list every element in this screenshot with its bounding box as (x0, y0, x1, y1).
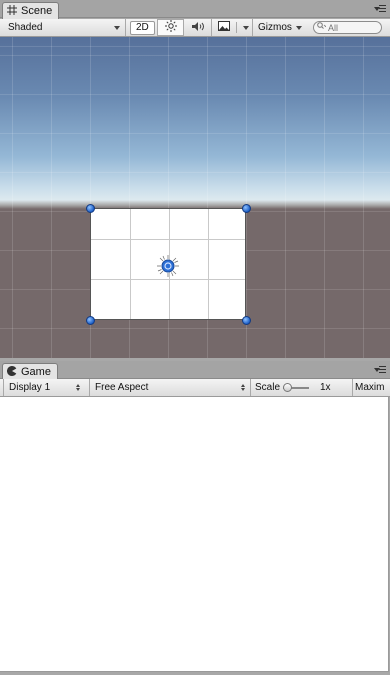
scene-effects-dropdown[interactable] (212, 19, 250, 36)
slider-knob[interactable] (283, 383, 292, 392)
scene-lighting-toggle[interactable] (157, 19, 184, 36)
up-down-arrows-icon (241, 384, 245, 391)
display-dropdown[interactable]: Display 1 (4, 379, 84, 396)
scale-label: Scale (255, 382, 281, 393)
scene-tab[interactable]: Scene (2, 2, 60, 19)
gizmos-dropdown[interactable]: Gizmos (253, 19, 307, 36)
rect-handle-top-left[interactable] (86, 204, 95, 213)
panel-menu-icon[interactable] (374, 4, 386, 14)
game-toolbar: Display 1 Free Aspect Scale 1x Maxim (0, 379, 390, 397)
2d-mode-label: 2D (136, 22, 149, 33)
rect-handle-bottom-left[interactable] (86, 316, 95, 325)
scene-tab-bar: Scene (0, 0, 390, 19)
draw-mode-label: Shaded (8, 22, 43, 33)
hash-grid-icon (7, 4, 17, 18)
speaker-icon (191, 21, 205, 35)
rect-handle-bottom-right[interactable] (242, 316, 251, 325)
draw-mode-dropdown[interactable]: Shaded (0, 19, 125, 36)
aspect-label: Free Aspect (95, 382, 149, 393)
search-icon (317, 22, 328, 33)
pivot-icon[interactable] (156, 254, 180, 278)
scene-search-field[interactable] (313, 21, 382, 34)
display-label: Display 1 (9, 382, 51, 393)
scene-view[interactable] (0, 37, 390, 358)
2d-mode-button[interactable]: 2D (130, 20, 155, 35)
divider (250, 379, 251, 396)
scale-value: 1x (320, 382, 331, 393)
chevron-down-icon (243, 25, 249, 30)
game-tab-bar: Game (0, 361, 390, 380)
up-down-arrows-icon (76, 384, 80, 391)
scene-tab-label: Scene (21, 5, 53, 17)
sun-icon (164, 20, 177, 35)
rect-handle-top-right[interactable] (242, 204, 251, 213)
divider (125, 19, 126, 36)
game-view[interactable] (0, 397, 389, 672)
game-tab-label: Game (21, 366, 51, 378)
scene-audio-toggle[interactable] (184, 19, 211, 36)
chevron-down-icon (295, 25, 302, 30)
divider (352, 379, 353, 396)
game-tab[interactable]: Game (2, 363, 58, 380)
maximize-on-play-toggle[interactable]: Maxim (355, 379, 390, 396)
search-input[interactable] (328, 22, 372, 33)
image-icon (218, 21, 230, 34)
scale-slider[interactable] (283, 379, 313, 396)
scene-toolbar: Shaded 2D Gizmos (0, 19, 390, 37)
divider (236, 22, 237, 33)
aspect-dropdown[interactable]: Free Aspect (90, 379, 249, 396)
chevron-down-icon (114, 25, 120, 30)
pacman-icon (6, 365, 17, 379)
gizmos-label: Gizmos (258, 22, 292, 33)
maximize-label: Maxim (355, 382, 385, 393)
panel-menu-icon[interactable] (374, 365, 386, 375)
